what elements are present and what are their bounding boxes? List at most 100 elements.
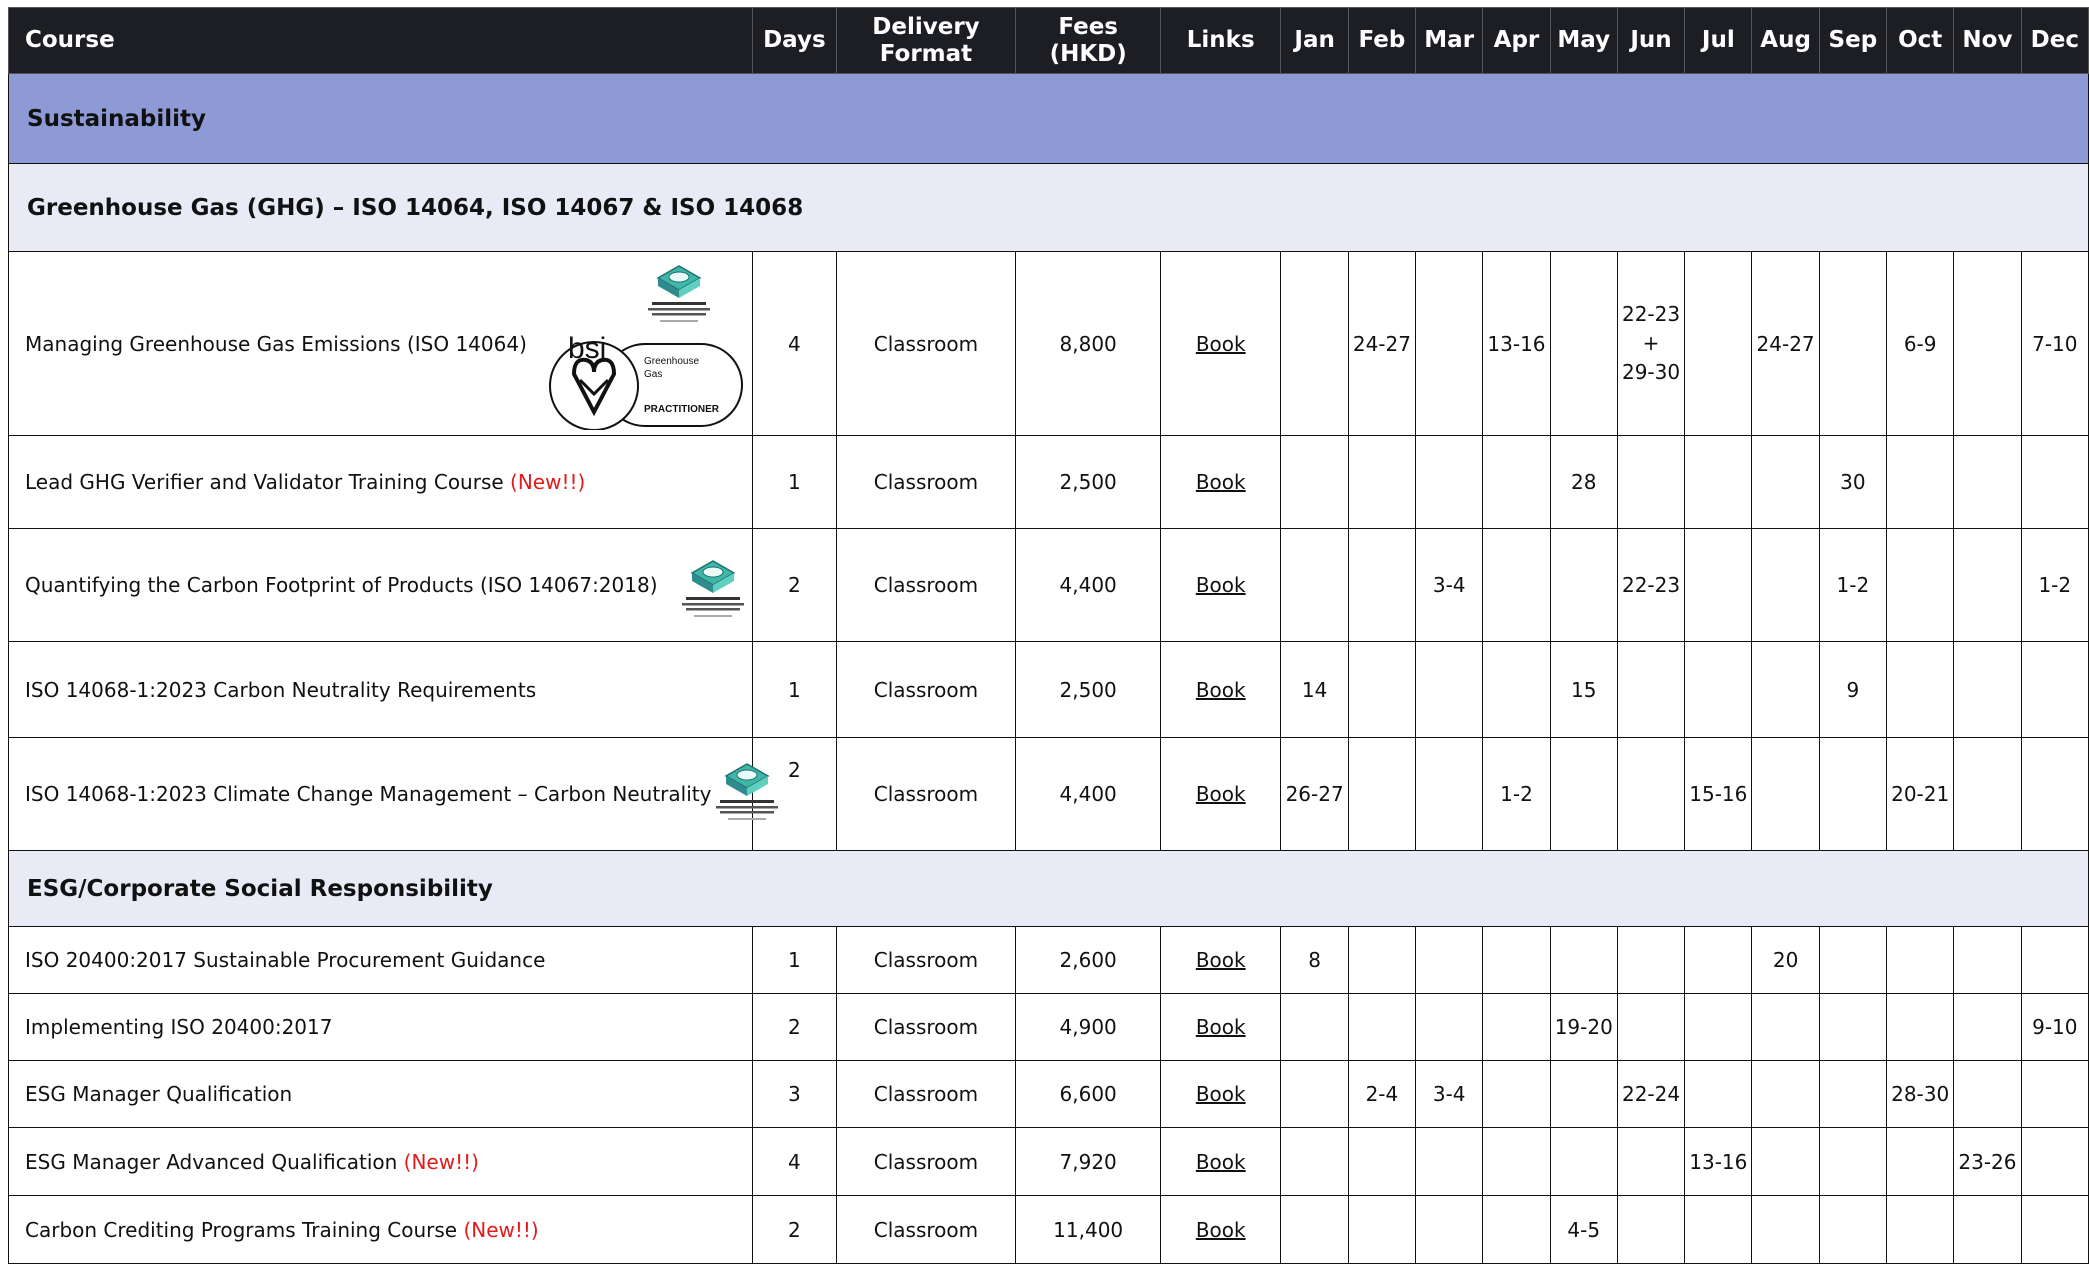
month-date-cell: 13-16	[1482, 251, 1551, 436]
course-cell: ESG Manager Qualification	[7, 1060, 754, 1128]
section-title: Sustainability	[8, 73, 2089, 164]
book-link[interactable]: Book	[1196, 470, 1246, 494]
header-month: Jan	[1280, 7, 1349, 74]
days-cell: 2	[752, 993, 837, 1061]
links-cell: Book	[1159, 1060, 1282, 1128]
month-date-cell	[1886, 641, 1955, 738]
course-name: ESG Manager Qualification	[25, 1082, 293, 1106]
links-cell: Book	[1159, 737, 1282, 851]
new-badge: (New!!)	[463, 1217, 539, 1242]
month-date-cell	[1549, 1060, 1618, 1128]
delivery-format-cell: Classroom	[835, 641, 1017, 738]
month-date-cell	[1818, 737, 1888, 851]
course-cell: ISO 14068-1:2023 Climate Change Manageme…	[7, 737, 779, 851]
book-link[interactable]: Book	[1196, 782, 1246, 806]
month-date-cell	[1482, 641, 1551, 738]
group-title-esg: ESG/Corporate Social Responsibility	[8, 850, 2089, 927]
course-name: Managing Greenhouse Gas Emissions (ISO 1…	[25, 331, 527, 356]
course-name: ISO 14068-1:2023 Climate Change Manageme…	[25, 782, 712, 806]
fees-cell: 11,400	[1015, 1195, 1161, 1264]
days-cell: 1	[752, 435, 837, 529]
table-row: Quantifying the Carbon Footprint of Prod…	[7, 528, 2089, 642]
header-month: Jul	[1684, 7, 1753, 74]
month-date-cell: 14	[1280, 641, 1349, 738]
links-cell: Book	[1159, 926, 1282, 994]
links-cell: Book	[1159, 435, 1282, 529]
month-date-cell	[1751, 528, 1820, 642]
month-date-cell	[1751, 1195, 1820, 1264]
month-date-cell	[1751, 641, 1820, 738]
course-name: Lead GHG Verifier and Validator Training…	[25, 470, 504, 494]
book-link[interactable]: Book	[1196, 1015, 1246, 1039]
month-date-cell	[1886, 1195, 1955, 1264]
month-date-cell	[1684, 993, 1753, 1061]
course-name: ISO 14068-1:2023 Carbon Neutrality Requi…	[25, 677, 537, 702]
book-link[interactable]: Book	[1196, 1218, 1246, 1242]
fees-cell: 4,900	[1015, 993, 1161, 1061]
month-date-cell	[1751, 993, 1820, 1061]
month-date-cell: 15-16	[1684, 737, 1753, 851]
month-date-cell: 3-4	[1415, 528, 1484, 642]
course-cell: ISO 14068-1:2023 Carbon Neutrality Requi…	[7, 641, 754, 738]
month-date-cell	[1751, 435, 1820, 529]
fees-cell: 7,920	[1015, 1127, 1161, 1196]
month-date-cell	[1953, 435, 2022, 529]
month-date-cell	[1549, 251, 1618, 436]
month-date-cell	[1280, 1127, 1349, 1196]
month-date-cell: 1-2	[1482, 737, 1551, 851]
course-cell: ESG Manager Advanced Qualification (New!…	[7, 1127, 754, 1196]
month-date-cell	[1616, 1127, 1686, 1196]
book-link[interactable]: Book	[1196, 1150, 1246, 1174]
book-link[interactable]: Book	[1196, 332, 1246, 356]
month-date-cell	[1616, 641, 1686, 738]
links-cell: Book	[1159, 1195, 1282, 1264]
green-finance-scheme-seal-icon	[648, 265, 711, 322]
header-month: Nov	[1953, 7, 2022, 74]
header-month: Sep	[1818, 7, 1888, 74]
month-date-cell	[1886, 993, 1955, 1061]
links-cell: Book	[1159, 251, 1282, 436]
header-fees: Fees (HKD)	[1015, 7, 1161, 74]
month-date-cell	[1280, 528, 1349, 642]
month-date-cell	[1953, 1195, 2022, 1264]
header-delivery-format: Delivery Format	[835, 7, 1017, 74]
month-date-cell	[1549, 926, 1618, 994]
book-link[interactable]: Book	[1196, 573, 1246, 597]
course-cell: ISO 20400:2017 Sustainable Procurement G…	[7, 926, 754, 994]
month-date-cell: 7-10	[2020, 251, 2089, 436]
course-cell: Quantifying the Carbon Footprint of Prod…	[7, 528, 754, 642]
course-name: ESG Manager Advanced Qualification	[25, 1149, 398, 1174]
month-date-cell	[1482, 1060, 1551, 1128]
month-date-cell: 4-5	[1549, 1195, 1618, 1264]
table-row: Carbon Crediting Programs Training Cours…	[7, 1195, 2089, 1264]
month-date-cell	[1482, 993, 1551, 1061]
delivery-format-cell: Classroom	[835, 926, 1017, 994]
book-link[interactable]: Book	[1196, 678, 1246, 702]
month-date-cell	[1818, 1195, 1888, 1264]
month-date-cell: 20	[1751, 926, 1820, 994]
book-link[interactable]: Book	[1196, 1082, 1246, 1106]
days-cell: 3	[752, 1060, 837, 1128]
month-date-cell: 28-30	[1886, 1060, 1955, 1128]
month-date-cell	[1684, 1195, 1753, 1264]
book-link[interactable]: Book	[1196, 948, 1246, 972]
days-cell: 1	[752, 641, 837, 738]
month-date-cell	[1953, 528, 2022, 642]
month-date-cell: 23-26	[1953, 1127, 2022, 1196]
month-date-cell	[1280, 993, 1349, 1061]
course-schedule: Course Days Delivery Format Fees (HKD) L…	[7, 7, 2089, 1264]
header-month: Oct	[1886, 7, 1955, 74]
month-date-cell	[1347, 926, 1417, 994]
header-month: May	[1549, 7, 1618, 74]
days-cell: 2	[752, 528, 837, 642]
svg-text:PRACTITIONER: PRACTITIONER	[644, 404, 720, 415]
month-date-cell	[1818, 1127, 1888, 1196]
month-date-cell: 1-2	[1818, 528, 1888, 642]
course-cell: Carbon Crediting Programs Training Cours…	[7, 1195, 754, 1264]
delivery-format-cell: Classroom	[835, 737, 1017, 851]
course-cell: Managing Greenhouse Gas Emissions (ISO 1…	[7, 251, 754, 436]
course-table: Course Days Delivery Format Fees (HKD) L…	[7, 7, 2089, 1264]
header-month: Aug	[1751, 7, 1820, 74]
month-date-cell	[1616, 926, 1686, 994]
month-date-cell	[1953, 641, 2022, 738]
